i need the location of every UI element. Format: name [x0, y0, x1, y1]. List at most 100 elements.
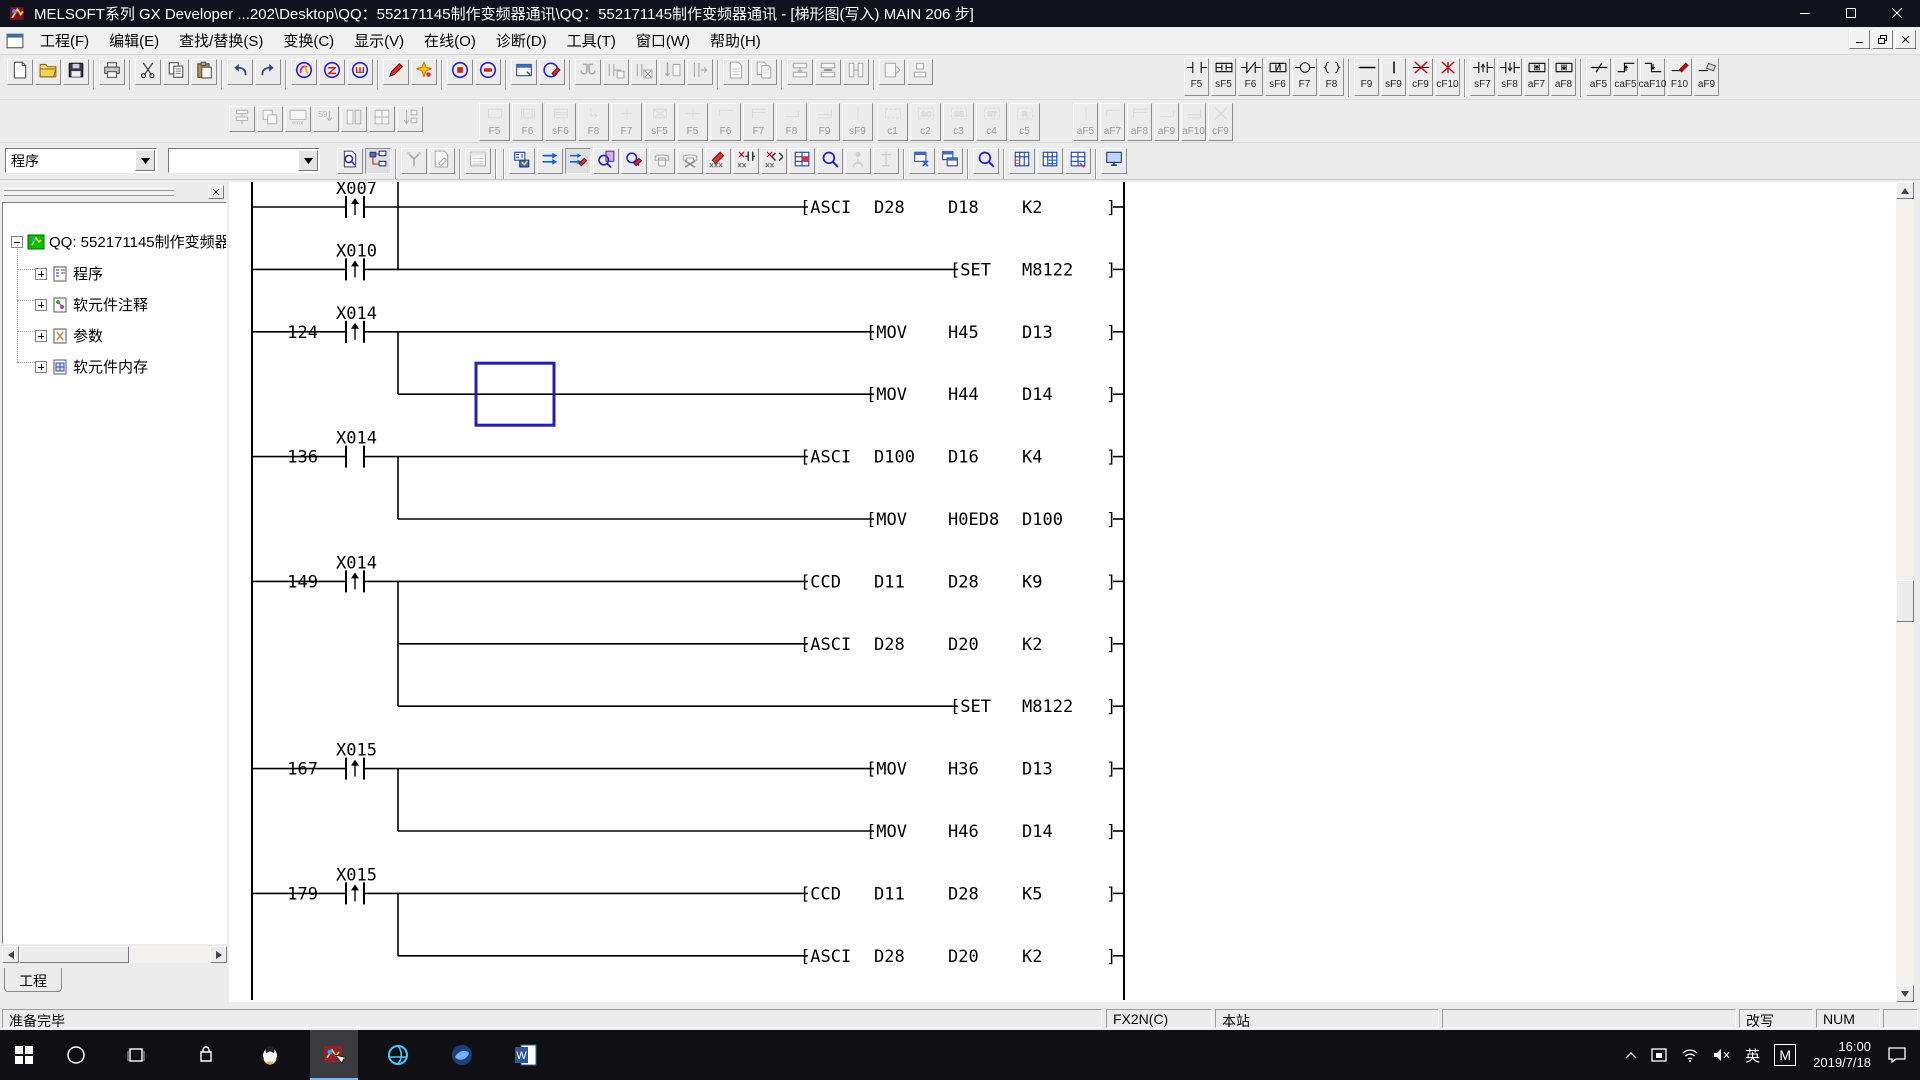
comment-display-button[interactable]	[337, 148, 363, 174]
tree-item-parameter[interactable]: 参数	[35, 325, 103, 346]
speaker-muted-icon[interactable]	[1713, 1048, 1731, 1062]
buffer-memory-monitor-button[interactable]	[761, 148, 787, 174]
falling-pulse-contact-button[interactable]: sF8	[1497, 58, 1535, 96]
tab-project[interactable]: 工程	[4, 968, 62, 992]
child-minimize-button[interactable]	[1849, 30, 1870, 49]
redo-button[interactable]	[255, 59, 281, 85]
note-grid-button[interactable]	[1065, 148, 1091, 174]
tree-horizontal-scrollbar[interactable]	[2, 946, 227, 963]
tree-panel-header[interactable]	[2, 184, 227, 201]
menu-edit[interactable]: 编辑(E)	[99, 26, 169, 55]
ladder-diagram[interactable]: X007 [ASCI D28 D18 K2] X010 [SET M8122] X014 124 […	[229, 182, 1896, 1002]
horizontal-line-button[interactable]: F9	[1354, 58, 1379, 96]
color-marker-button[interactable]	[411, 59, 437, 85]
scroll-up-button[interactable]	[1896, 182, 1914, 199]
menu-find-replace[interactable]: 查找/替换(S)	[169, 26, 273, 55]
notification-center-icon[interactable]	[1888, 1047, 1906, 1063]
search-button[interactable]	[52, 1030, 100, 1080]
invert-result-button[interactable]: aF5	[1586, 58, 1611, 96]
panel-grip[interactable]	[4, 193, 174, 196]
ladder-marker-button[interactable]	[383, 59, 409, 85]
edit-target-select[interactable]	[168, 148, 320, 173]
coil-button[interactable]: F7	[1292, 58, 1331, 96]
close-button[interactable]	[1874, 0, 1920, 27]
internet-explorer-icon[interactable]	[374, 1030, 422, 1080]
device-find-button[interactable]	[347, 59, 373, 85]
tile-windows-button[interactable]	[909, 148, 935, 174]
dropdown-arrow-icon[interactable]	[298, 150, 318, 171]
tree-close-button[interactable]	[208, 185, 224, 199]
menu-diagnostics[interactable]: 诊断(D)	[486, 26, 557, 55]
monitor-write-button[interactable]	[621, 148, 647, 174]
maximize-button[interactable]	[1828, 0, 1874, 27]
undo-button[interactable]	[227, 59, 253, 85]
parallel-open-contact-button[interactable]: sF5	[1211, 58, 1236, 96]
microsoft-store-icon[interactable]	[182, 1030, 230, 1080]
ladder-editor[interactable]: X007 [ASCI D28 D18 K2] X010 [SET M8122] X014 124 […	[229, 182, 1896, 1002]
expand-icon[interactable]	[35, 329, 47, 342]
monitor-mode-button[interactable]	[537, 148, 563, 174]
tree-item-program[interactable]: 程序	[35, 263, 103, 284]
tree-item-project-root[interactable]: QQ: 552171145制作变频器通讯	[11, 231, 226, 252]
device-test-button[interactable]	[705, 148, 731, 174]
hidden-icons-chevron[interactable]	[1625, 1051, 1637, 1059]
rising-pulse-contact-button[interactable]: sF7	[1470, 58, 1508, 96]
menu-tools[interactable]: 工具(T)	[557, 26, 626, 55]
zoom-display-button[interactable]	[973, 148, 999, 174]
paste-button[interactable]	[191, 59, 217, 85]
statement-grid-button[interactable]	[1037, 148, 1063, 174]
open-contact-button[interactable]: F5	[1184, 58, 1222, 96]
open-project-button[interactable]	[35, 59, 61, 85]
panel-grip[interactable]	[4, 188, 174, 191]
new-project-button[interactable]	[7, 59, 33, 85]
task-view-button[interactable]	[112, 1030, 160, 1080]
application-instruction-button[interactable]: F8	[1319, 58, 1344, 96]
device-batch-monitor-button[interactable]	[733, 148, 759, 174]
project-data-list-button[interactable]	[365, 148, 391, 174]
pulse-result-fall-button[interactable]: caF10	[1639, 58, 1666, 96]
parallel-closed-contact-button[interactable]: sF6	[1265, 58, 1290, 96]
vertical-line-button[interactable]: sF9	[1381, 58, 1406, 96]
qq-icon[interactable]	[246, 1030, 294, 1080]
write-line-button[interactable]: F10	[1667, 58, 1692, 96]
menu-online[interactable]: 在线(O)	[414, 26, 486, 55]
menu-convert[interactable]: 变换(C)	[273, 26, 344, 55]
parallel-falling-pulse-button[interactable]: aF8	[1551, 58, 1576, 96]
write-mode-button[interactable]	[565, 148, 591, 174]
copy-button[interactable]	[163, 59, 189, 85]
tree-item-device-comment[interactable]: 软元件注释	[35, 294, 148, 315]
find-replace-button[interactable]	[319, 59, 345, 85]
delete-horizontal-line-button[interactable]: cF9	[1408, 58, 1433, 96]
monitor-read-button[interactable]	[593, 148, 619, 174]
ime-indicator[interactable]: M	[1774, 1044, 1797, 1066]
gx-developer-task-icon[interactable]	[310, 1030, 358, 1080]
comment-grid-button[interactable]	[1009, 148, 1035, 174]
entry-data-monitor-button[interactable]	[789, 148, 815, 174]
monitor-condition-button[interactable]	[817, 148, 843, 174]
menu-window[interactable]: 窗口(W)	[626, 26, 700, 55]
ladder-vertical-scrollbar[interactable]	[1896, 182, 1914, 1002]
expand-icon[interactable]	[35, 360, 47, 373]
zoom-out-button[interactable]	[475, 59, 501, 85]
parallel-rising-pulse-button[interactable]: aF7	[1524, 58, 1549, 96]
menu-view[interactable]: 显示(V)	[344, 26, 414, 55]
window-check-button[interactable]	[539, 59, 565, 85]
scroll-left-button[interactable]	[2, 946, 19, 963]
minimize-button[interactable]	[1782, 0, 1828, 27]
clock[interactable]: 16:00 2019/7/18	[1813, 1039, 1871, 1071]
cut-button[interactable]	[135, 59, 161, 85]
save-project-button[interactable]	[63, 59, 89, 85]
network-icon[interactable]	[1681, 1048, 1699, 1062]
pulse-result-rise-button[interactable]: caF5	[1613, 58, 1638, 96]
delete-vertical-line-button[interactable]: cF10	[1435, 58, 1460, 96]
device-test-ld-button[interactable]	[509, 148, 535, 174]
child-close-button[interactable]	[1895, 30, 1916, 49]
delete-line-button[interactable]: aF9	[1694, 58, 1719, 96]
scroll-down-button[interactable]	[1896, 985, 1914, 1002]
menu-help[interactable]: 帮助(H)	[700, 26, 771, 55]
word-icon[interactable]: W	[502, 1030, 550, 1080]
start-button[interactable]	[0, 1030, 48, 1080]
device-comment-edit-button[interactable]	[1101, 148, 1127, 174]
language-indicator[interactable]: 英	[1745, 1045, 1760, 1066]
closed-contact-button[interactable]: F6	[1238, 58, 1276, 96]
